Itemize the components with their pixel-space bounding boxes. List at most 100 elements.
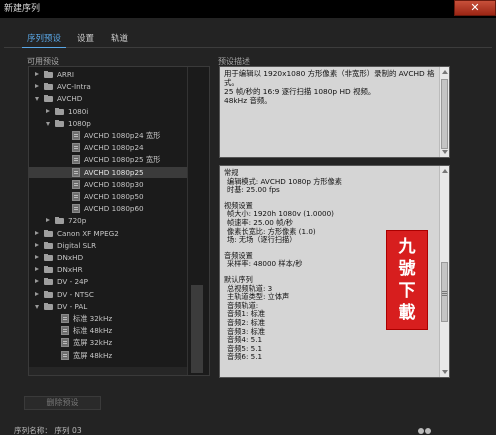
tree-preset-row[interactable]: AVCHD 1080p30 [29,179,187,190]
tree-row-label: DV - 24P [57,277,88,287]
details-scroll-thumb[interactable] [441,262,448,322]
expand-down-icon[interactable] [35,304,39,309]
scroll-down-arrow-icon[interactable] [442,370,448,374]
tree-row-label: 宽屏 32kHz [73,338,113,348]
tab-settings[interactable]: 设置 [72,30,99,48]
expand-right-icon[interactable] [35,291,39,296]
folder-icon [55,119,64,127]
tree-preset-row[interactable]: AVCHD 1080p25 [29,166,187,178]
tree-row-label: AVCHD 1080p50 [84,192,144,201]
tab-sequence-presets[interactable]: 序列预设 [22,30,67,48]
summary-scrollbar[interactable] [439,67,449,157]
seal-character: 下 [398,281,416,301]
tree-vertical-scrollbar[interactable] [187,67,209,375]
tree-folder-row[interactable]: DNxHD [29,252,187,263]
tree-folder-row[interactable]: DV - PAL [29,301,187,312]
tree-folder-row[interactable]: Digital SLR [29,240,187,251]
tree-folder-row[interactable]: AVC-Intra [29,81,187,92]
tree-row-label: 1080i [68,106,89,116]
preset-file-icon [72,155,80,165]
tree-preset-row[interactable]: 标准 32kHz [29,313,187,324]
tree-folder-row[interactable]: DV - NTSC [29,289,187,300]
close-button[interactable]: ✕ [454,0,496,16]
tree-preset-row[interactable]: AVCHD 1080p50 [29,191,187,202]
tree-row-label: AVCHD [57,94,83,104]
preset-file-icon [72,167,80,177]
preset-file-icon [61,314,69,323]
preset-file-icon [72,131,80,140]
folder-icon [44,266,53,274]
delete-preset-button[interactable]: 删除预设 [24,396,101,410]
expand-right-icon[interactable] [35,230,39,235]
preset-summary-box: 用于编辑以 1920x1080 方形像素（非宽形）录制的 AVCHD 格式。 2… [219,66,450,158]
expand-down-icon[interactable] [35,97,39,102]
tree-row-label: 宽屏 48kHz [73,350,113,360]
folder-icon [44,95,53,103]
tree-preset-row[interactable]: 标准 48kHz [29,325,187,336]
preset-file-icon [61,326,69,336]
tree-row-label: DV - PAL [57,301,88,311]
folder-icon [55,107,64,115]
scroll-up-arrow-icon[interactable] [442,169,448,173]
expand-right-icon[interactable] [35,242,39,247]
tree-folder-row[interactable]: ARRI [29,69,187,80]
scroll-down-arrow-icon[interactable] [442,150,448,154]
folder-icon [44,241,53,249]
tree-row-label: 标准 32kHz [73,314,113,323]
watermark-seal: 九號下載 [386,230,428,330]
tree-preset-row[interactable]: 宽屏 48kHz [29,350,187,361]
folder-icon [44,278,53,286]
link-icon [418,428,434,435]
tree-scroll-thumb[interactable] [191,285,203,373]
details-line: 时基: 25.00 fps [227,185,280,195]
expand-right-icon[interactable] [35,255,39,259]
tree-row-label: AVCHD 1080p25 宽形 [84,155,161,165]
expand-down-icon[interactable] [46,121,50,126]
tree-preset-row[interactable]: AVCHD 1080p25 宽形 [29,154,187,165]
tree-row-label: DNxHR [57,265,83,275]
tree-folder-row[interactable]: AVCHD [29,93,187,104]
details-section: 常规 编辑模式: AVCHD 1080p 方形像素 时基: 25.00 fps [224,168,445,195]
expand-right-icon[interactable] [35,267,39,272]
folder-icon [55,217,64,225]
window-title: 新建序列 [4,4,41,14]
tab-tracks[interactable]: 轨道 [106,30,133,48]
seal-character: 號 [398,259,416,279]
expand-right-icon[interactable] [46,218,50,223]
tree-preset-row[interactable]: AVCHD 1080p60 [29,203,187,214]
summary-scroll-thumb[interactable] [441,79,448,149]
tree-folder-row[interactable]: 1080i [29,106,187,117]
preset-file-icon [61,350,69,360]
scroll-up-arrow-icon[interactable] [442,70,448,74]
tree-row-label: Digital SLR [57,240,97,250]
tree-preset-row[interactable]: 宽屏 32kHz [29,337,187,348]
expand-right-icon[interactable] [35,84,39,89]
tree-row-label: AVC-Intra [57,82,91,92]
tree-row-label: AVCHD 1080p24 宽形 [84,131,161,140]
tree-folder-row[interactable]: 1080p [29,118,187,129]
tree-preset-row[interactable]: AVCHD 1080p24 [29,142,187,153]
expand-right-icon[interactable] [35,279,39,284]
new-sequence-dialog: 新建序列 ✕ 序列预设 设置 轨道 可用预设 预设描述 ARRI AVC-Intr… [0,0,496,435]
tree-row-label: AVCHD 1080p25 [84,167,144,177]
details-scrollbar[interactable] [439,166,449,377]
expand-right-icon[interactable] [35,72,39,76]
folder-icon [44,229,53,237]
preset-file-icon [72,204,80,214]
title-bar: 新建序列 ✕ [0,0,496,18]
tree-folder-row[interactable]: DV - 24P [29,276,187,287]
seal-character: 九 [398,237,416,257]
tree-row-label: AVCHD 1080p60 [84,204,144,214]
tree-horizontal-scrollbar[interactable] [29,367,187,375]
expand-right-icon[interactable] [46,108,50,113]
tree-folder-row[interactable]: DNxHR [29,264,187,275]
preset-file-icon [72,143,80,153]
preset-tree: ARRI AVC-Intra AVCHD 1080i 1080p AVCHD 1080p2… [28,66,210,376]
seal-character: 載 [398,303,416,323]
preset-file-icon [72,179,80,189]
tab-bar: 序列预设 设置 轨道 [4,30,492,48]
tree-folder-row[interactable]: 720p [29,215,187,226]
sequence-name-row: 序列名称： 序列 03 [14,426,82,435]
tree-folder-row[interactable]: Canon XF MPEG2 [29,228,187,239]
tree-preset-row[interactable]: AVCHD 1080p24 宽形 [29,130,187,141]
